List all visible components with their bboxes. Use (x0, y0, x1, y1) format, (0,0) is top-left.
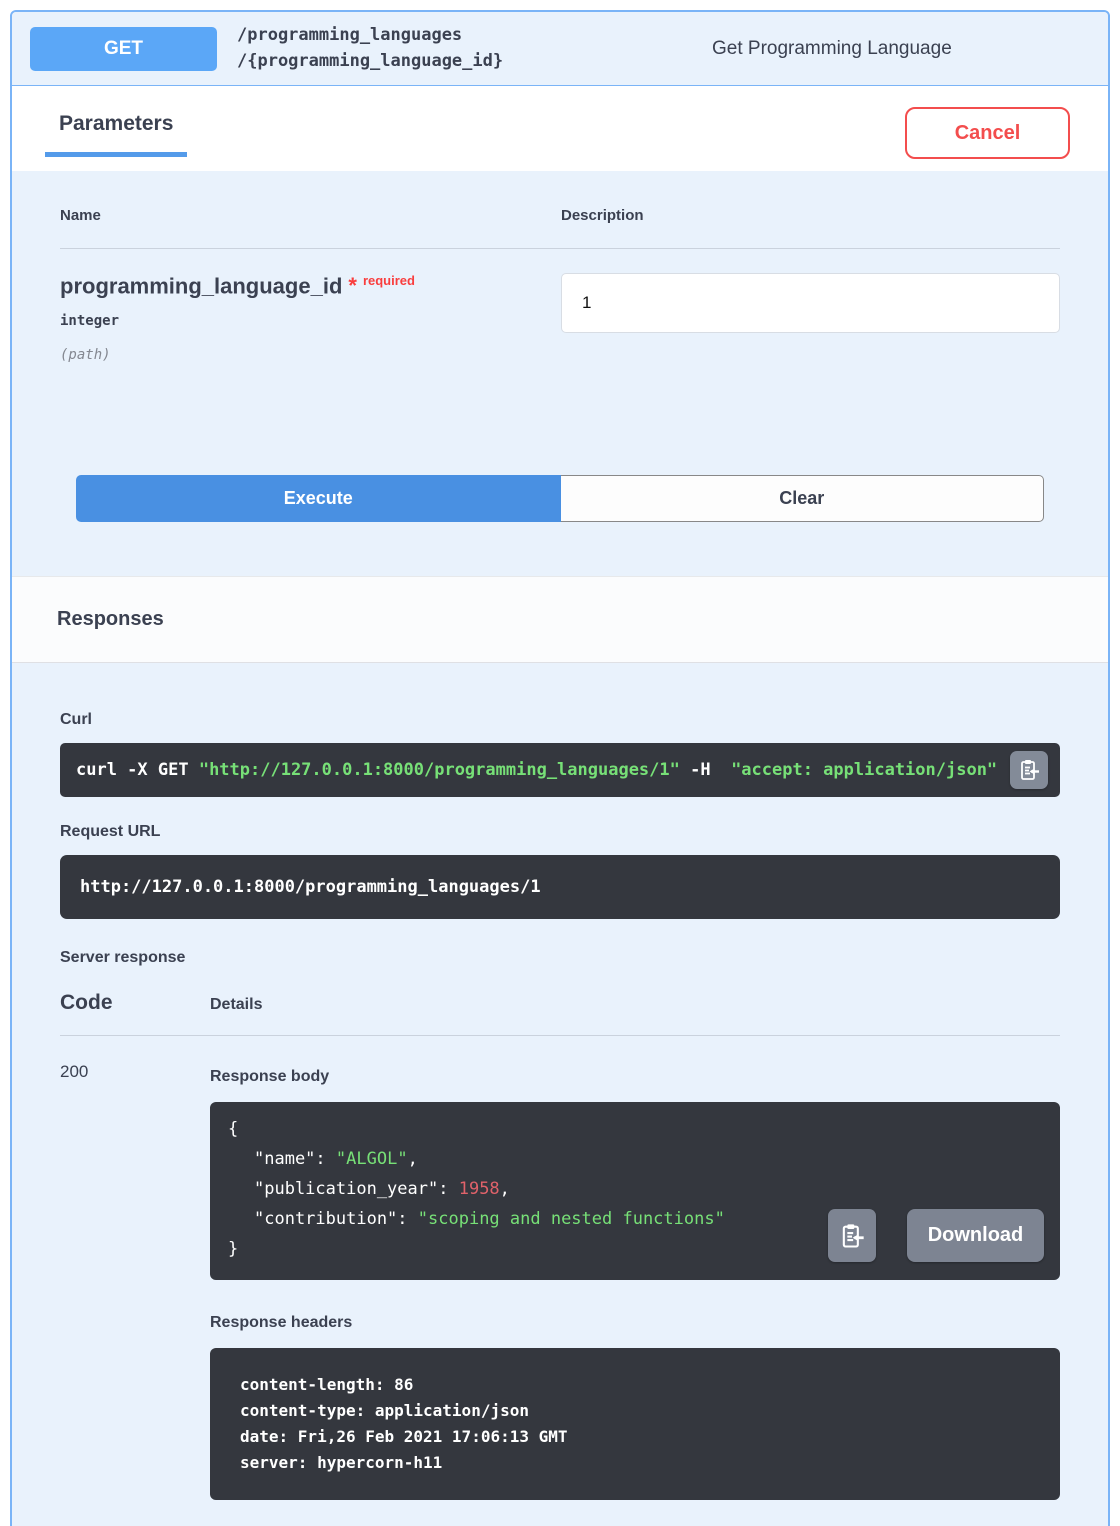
json-open-brace: { (228, 1114, 1042, 1144)
cancel-button[interactable]: Cancel (905, 107, 1070, 159)
endpoint-header[interactable]: GET /programming_languages /{programming… (12, 12, 1108, 86)
responses-content: Curl curl -X GET "http://127.0.0.1:8000/… (12, 663, 1108, 1526)
response-body-label: Response body (210, 1068, 1060, 1086)
operation-block-get: GET /programming_languages /{programming… (10, 10, 1110, 1526)
description-column-header: Description (561, 207, 644, 224)
response-body-block: { "name": "ALGOL", "publication_year": 1… (210, 1102, 1060, 1280)
curl-command-text: curl -X GET (76, 760, 199, 780)
responses-section-header: Responses (12, 576, 1108, 663)
response-header-line: content-type: application/json (240, 1398, 1030, 1424)
response-details-column: Response body { "name": "ALGOL", "public… (210, 1062, 1060, 1500)
json-key: "name" (254, 1149, 315, 1169)
parameter-name-line: programming_language_id* required (60, 273, 561, 299)
parameter-meta: programming_language_id* required integer… (60, 273, 561, 363)
parameter-value-input[interactable] (561, 273, 1060, 333)
curl-command-block: curl -X GET "http://127.0.0.1:8000/progr… (60, 743, 1060, 797)
clear-button[interactable]: Clear (561, 475, 1045, 522)
json-line-publication-year: "publication_year": 1958, (228, 1174, 1042, 1204)
copy-curl-button[interactable] (1010, 751, 1048, 789)
curl-url-text: "http://127.0.0.1:8000/programming_langu… (199, 760, 680, 780)
server-response-label: Server response (60, 949, 1060, 967)
json-key: "publication_year" (254, 1179, 438, 1199)
status-code: 200 (60, 1062, 210, 1500)
clipboard-copy-icon (838, 1222, 866, 1250)
json-string-value: "scoping and nested functions" (418, 1209, 725, 1229)
json-line-name: "name": "ALGOL", (228, 1144, 1042, 1174)
required-label: required (363, 273, 415, 288)
responses-title: Responses (57, 608, 1063, 631)
parameters-section: Name Description programming_language_id… (12, 171, 1108, 576)
json-string-value: "ALGOL" (336, 1149, 408, 1169)
endpoint-path: /programming_languages /{programming_lan… (237, 23, 692, 74)
response-header-line: server: hypercorn-h11 (240, 1450, 1030, 1476)
execute-button-group: Execute Clear (76, 475, 1044, 522)
tab-parameters[interactable]: Parameters (45, 112, 187, 157)
download-button[interactable]: Download (907, 1209, 1044, 1262)
method-badge: GET (30, 27, 217, 71)
curl-accept-header-text: "accept: application/json" (731, 760, 997, 780)
curl-label: Curl (60, 711, 1060, 729)
response-header-line: date: Fri,26 Feb 2021 17:06:13 GMT (240, 1424, 1030, 1450)
response-headers-block: content-length: 86 content-type: applica… (210, 1348, 1060, 1500)
parameter-location: (path) (60, 347, 561, 363)
tab-bar: Parameters Cancel (12, 86, 1108, 171)
response-headers-label: Response headers (210, 1314, 1060, 1332)
parameter-row: programming_language_id* required integer… (60, 249, 1060, 363)
parameter-name: programming_language_id (60, 273, 342, 298)
json-key: "contribution" (254, 1209, 397, 1229)
name-column-header: Name (60, 207, 561, 224)
execute-button[interactable]: Execute (76, 475, 561, 522)
parameters-table-header: Name Description (60, 207, 1060, 249)
copy-response-button[interactable] (828, 1209, 876, 1262)
json-number-value: 1958 (459, 1179, 500, 1199)
details-column-header: Details (210, 996, 262, 1014)
parameter-type: integer (60, 313, 561, 329)
required-asterisk: * (348, 273, 357, 298)
request-url-label: Request URL (60, 823, 1060, 841)
endpoint-summary: Get Programming Language (712, 38, 952, 60)
response-header-line: content-length: 86 (240, 1372, 1030, 1398)
parameter-input-column (561, 273, 1060, 363)
code-column-header: Code (60, 991, 210, 1015)
response-table-header: Code Details (60, 991, 1060, 1036)
curl-flag-text: -H (680, 760, 731, 780)
clipboard-copy-icon (1017, 758, 1041, 782)
response-row: 200 Response body { "name": "ALGOL", "pu… (60, 1036, 1060, 1500)
request-url-block: http://127.0.0.1:8000/programming_langua… (60, 855, 1060, 919)
